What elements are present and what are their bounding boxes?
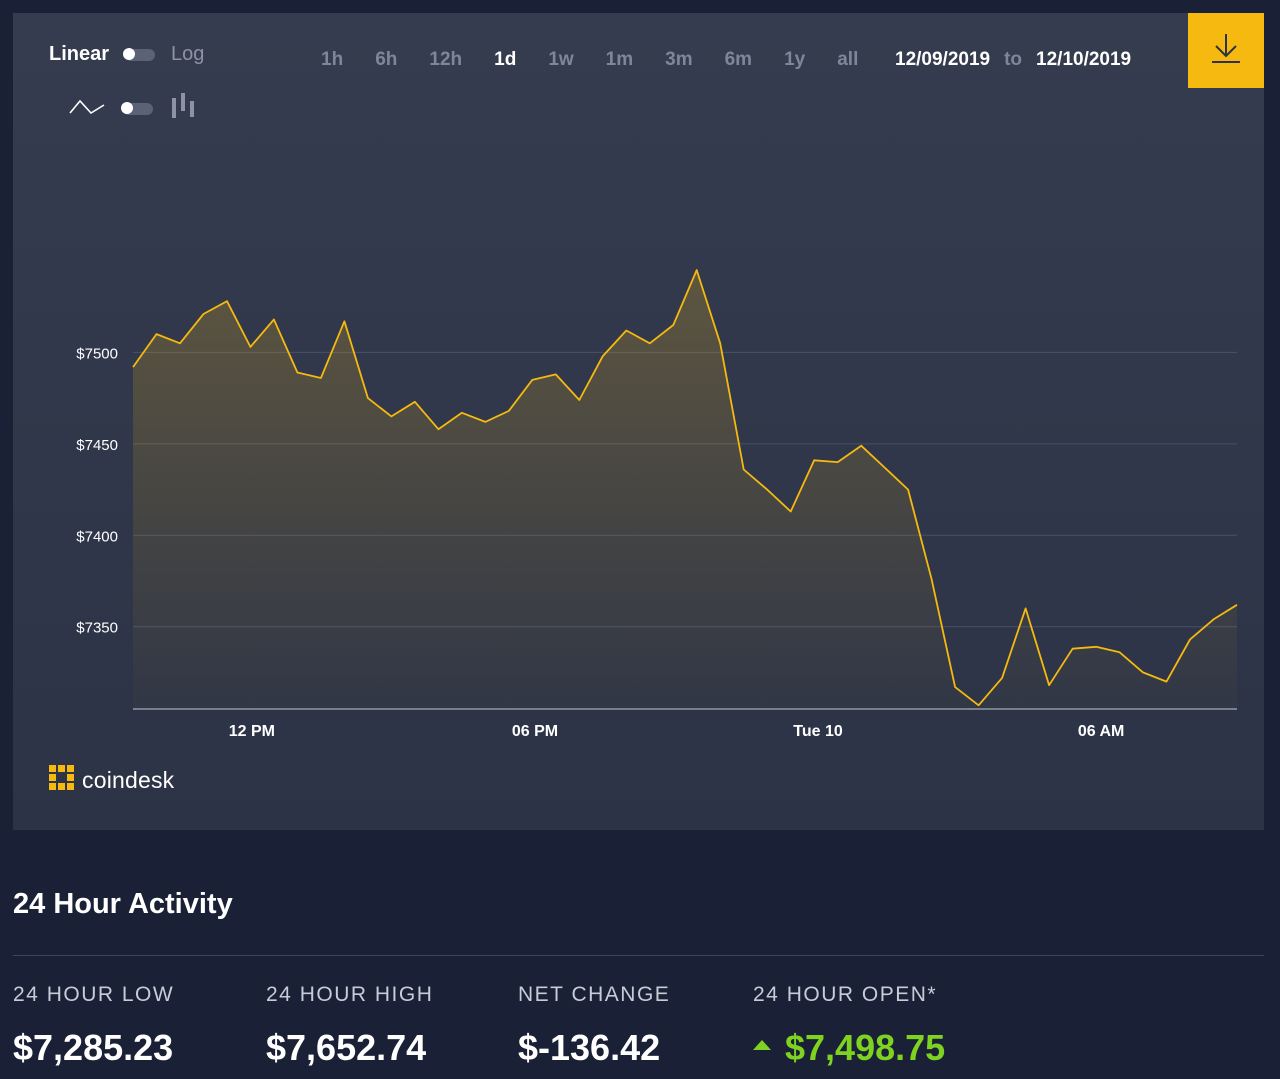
download-icon <box>1210 32 1242 69</box>
date-from[interactable]: 12/09/2019 <box>895 49 990 71</box>
stat-low: 24 HOUR LOW $7,285.23 <box>13 983 174 1069</box>
stat-label: 24 HOUR OPEN* <box>753 983 938 1006</box>
range-1m[interactable]: 1m <box>606 49 633 71</box>
up-arrow-icon <box>753 1040 771 1051</box>
chart-panel: $7500 $7450 $7400 $7350 12 PM 06 PM Tue 10 06 A… <box>13 13 1264 830</box>
range-1h[interactable]: 1h <box>321 49 343 71</box>
stat-open: 24 HOUR OPEN* $7,498.75 <box>753 983 945 1069</box>
date-to[interactable]: 12/10/2019 <box>1036 49 1131 71</box>
switch-knob <box>121 101 133 114</box>
price-chart[interactable]: $7500 $7450 $7400 $7350 12 PM 06 PM Tue 10 06 A… <box>13 13 1264 830</box>
price-area <box>133 270 1237 709</box>
range-1d[interactable]: 1d <box>494 49 516 71</box>
activity-title: 24 Hour Activity <box>13 888 233 920</box>
candlestick-chart-icon[interactable] <box>171 93 195 124</box>
coindesk-logo: coindesk <box>49 765 174 796</box>
stat-value: $-136.42 <box>518 1027 661 1068</box>
chart-type-switch[interactable] <box>121 101 153 115</box>
date-range: 12/09/2019 to 12/10/2019 <box>895 49 1131 71</box>
stat-net-change: NET CHANGE $-136.42 <box>518 983 670 1069</box>
stat-label: NET CHANGE <box>518 983 671 1006</box>
coindesk-logo-icon <box>49 765 75 796</box>
y-tick-label: $7400 <box>76 528 118 545</box>
range-6m[interactable]: 6m <box>725 49 752 71</box>
linear-label[interactable]: Linear <box>49 43 109 66</box>
divider <box>13 955 1264 956</box>
range-12h[interactable]: 12h <box>429 49 462 71</box>
scale-toggle[interactable]: Linear Log <box>49 43 204 66</box>
switch-knob <box>123 47 136 60</box>
coindesk-wordmark: coindesk <box>82 767 175 793</box>
y-tick-label: $7350 <box>76 620 118 637</box>
x-tick-label: 12 PM <box>229 723 275 740</box>
range-selector: 1h 6h 12h 1d 1w 1m 3m 6m 1y all <box>321 49 858 71</box>
line-chart-icon[interactable] <box>69 95 105 122</box>
range-6h[interactable]: 6h <box>375 49 397 71</box>
range-1w[interactable]: 1w <box>548 49 573 71</box>
stat-value: $7,285.23 <box>13 1027 174 1068</box>
open-value: $7,498.75 <box>785 1027 946 1068</box>
range-1y[interactable]: 1y <box>784 49 805 71</box>
range-all[interactable]: all <box>837 49 858 71</box>
stat-value: $7,652.74 <box>266 1027 427 1068</box>
download-button[interactable] <box>1188 13 1264 88</box>
date-to-label: to <box>1004 49 1023 70</box>
scale-switch[interactable] <box>123 47 156 61</box>
range-3m[interactable]: 3m <box>665 49 692 71</box>
y-tick-label: $7500 <box>76 345 118 362</box>
y-tick-label: $7450 <box>76 437 118 454</box>
chart-type-toggle[interactable] <box>69 93 195 124</box>
x-tick-label: 06 PM <box>512 723 558 740</box>
log-label[interactable]: Log <box>171 43 204 66</box>
x-tick-label: 06 AM <box>1078 723 1125 740</box>
x-tick-label: Tue 10 <box>793 723 843 740</box>
stat-value-open: $7,498.75 <box>753 1027 945 1069</box>
stat-high: 24 HOUR HIGH $7,652.74 <box>266 983 433 1069</box>
stat-label: 24 HOUR HIGH <box>266 983 434 1006</box>
stat-label: 24 HOUR LOW <box>13 983 175 1006</box>
